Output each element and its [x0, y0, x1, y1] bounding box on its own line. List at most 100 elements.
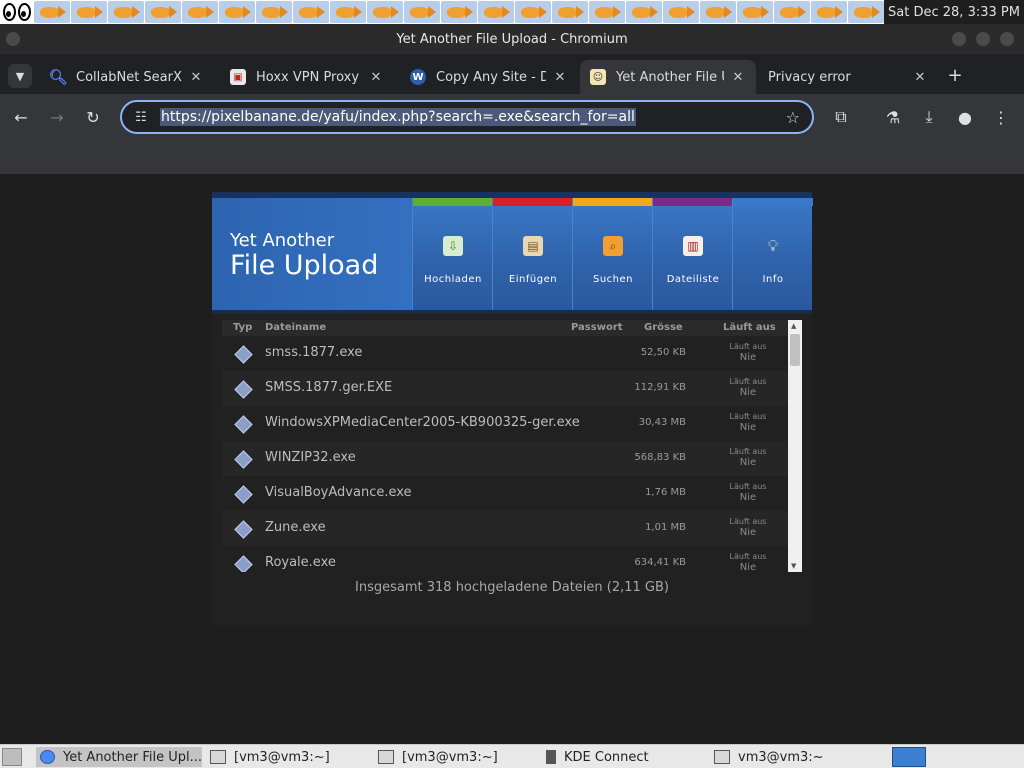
new-tab-button[interactable]: + [944, 64, 966, 86]
table-row[interactable]: Royale.exe 634,41 KB Läuft aus Nie [222, 546, 790, 572]
back-button[interactable]: ← [8, 104, 34, 130]
table-row[interactable]: WINZIP32.exe 568,83 KB Läuft aus Nie [222, 441, 790, 476]
taskbar-item-chromium[interactable]: Yet Another File Upl... [36, 747, 202, 767]
puzzle-icon: ⧉ [835, 107, 847, 126]
close-icon[interactable]: ✕ [188, 70, 204, 85]
w-icon: W [410, 69, 426, 85]
scroll-down-icon[interactable]: ▼ [791, 562, 796, 570]
profile-button[interactable]: ● [952, 104, 978, 130]
file-name-link[interactable]: VisualBoyAdvance.exe [265, 485, 412, 500]
site-logo[interactable]: Yet Another File Upload [212, 198, 412, 310]
bookmark-star-icon[interactable]: ☆ [786, 108, 800, 127]
window-menu-button[interactable] [6, 32, 20, 46]
table-row[interactable]: VisualBoyAdvance.exe 1,76 MB Läuft aus Nie [222, 476, 790, 511]
column-header-expires[interactable]: Läuft aus [723, 322, 776, 333]
arrow-left-icon: ← [14, 107, 28, 127]
file-name-link[interactable]: smss.1877.exe [265, 345, 362, 360]
tab-privacy-error[interactable]: Privacy error ✕ [758, 60, 938, 94]
close-icon[interactable]: ✕ [730, 70, 746, 85]
fish-icon [441, 1, 477, 23]
taskbar-item-terminal-1[interactable]: [vm3@vm3:~] [206, 747, 366, 767]
book-icon: ▥ [683, 236, 703, 256]
close-icon[interactable]: ✕ [368, 70, 384, 85]
nav-hochladen[interactable]: ⇩ Hochladen [412, 198, 493, 310]
nav-dateiliste[interactable]: ▥ Dateiliste [652, 198, 733, 310]
close-icon[interactable]: ✕ [552, 70, 568, 85]
minimize-button[interactable] [952, 32, 966, 46]
nav-label: Einfügen [508, 274, 558, 285]
tab-strip: ▼ 🔍︎ CollabNet SearXNG ✕ ▣ Hoxx VPN Prox… [0, 54, 1024, 94]
tab-collabnet[interactable]: 🔍︎ CollabNet SearXNG ✕ [40, 60, 214, 94]
nav-info[interactable]: 💡︎ Info [732, 198, 813, 310]
tab-search-button[interactable]: ▼ [8, 64, 32, 88]
fish-icon [330, 1, 366, 23]
yafu-icon: ☺ [590, 69, 606, 85]
file-name-link[interactable]: WindowsXPMediaCenter2005-KB900325-ger.ex… [265, 415, 580, 430]
close-icon[interactable]: ✕ [912, 70, 928, 85]
fish-icon [811, 1, 847, 23]
terminal-icon [378, 750, 394, 764]
taskbar-item-kde-connect[interactable]: KDE Connect [542, 747, 702, 767]
search-icon: 🔍︎ [48, 68, 68, 86]
system-clock[interactable]: Sat Dec 28, 3:33 PM [884, 0, 1024, 24]
expires-value: Nie [739, 352, 757, 363]
window-titlebar[interactable]: Yet Another File Upload - Chromium [0, 24, 1024, 54]
exe-file-icon [234, 415, 250, 431]
tab-label: CollabNet SearXNG [76, 69, 182, 85]
file-name-link[interactable]: Zune.exe [265, 520, 326, 535]
clipboard-icon: ▤ [523, 236, 543, 256]
system-panel: Sat Dec 28, 3:33 PM [0, 0, 1024, 24]
file-name-link[interactable]: SMSS.1877.ger.EXE [265, 380, 392, 395]
taskbar-item-terminal-2[interactable]: [vm3@vm3:~] [374, 747, 534, 767]
tray-chromium-icon[interactable] [892, 747, 926, 767]
expires-label: Läuft aus [729, 377, 767, 386]
expires-label: Läuft aus [729, 447, 767, 456]
start-menu-button[interactable] [2, 748, 22, 766]
total-summary: Insgesamt 318 hochgeladene Dateien (2,11… [355, 580, 669, 595]
tab-copy-any-site[interactable]: W Copy Any Site - Download ✕ [400, 60, 578, 94]
column-header-type[interactable]: Typ [233, 322, 252, 333]
column-header-size[interactable]: Grösse [644, 322, 683, 333]
nav-color-bar [653, 198, 733, 206]
labs-button[interactable]: ⚗ [880, 104, 906, 130]
fish-icon [145, 1, 181, 23]
table-row[interactable]: WindowsXPMediaCenter2005-KB900325-ger.ex… [222, 406, 790, 441]
nav-color-bar [413, 198, 493, 206]
forward-button[interactable]: → [44, 104, 70, 130]
maximize-button[interactable] [976, 32, 990, 46]
column-header-password[interactable]: Passwort [571, 322, 623, 333]
menu-button[interactable]: ⋮ [988, 104, 1014, 130]
table-row[interactable]: Zune.exe 1,01 MB Läuft aus Nie [222, 511, 790, 546]
upload-icon: ⇩ [443, 236, 463, 256]
site-info-icon[interactable]: ☷ [128, 110, 154, 125]
taskbar-label: Yet Another File Upl... [62, 749, 202, 765]
table-scrollbar[interactable]: ▲ ▼ [788, 320, 802, 572]
file-size: 634,41 KB [634, 557, 686, 568]
tab-hoxx[interactable]: ▣ Hoxx VPN Proxy - Chrome Web Store ✕ [220, 60, 394, 94]
scroll-thumb[interactable] [790, 334, 800, 366]
table-row[interactable]: smss.1877.exe 52,50 KB Läuft aus Nie [222, 336, 790, 371]
downloads-button[interactable]: ⤓ [916, 104, 942, 130]
scroll-up-icon[interactable]: ▲ [791, 322, 796, 330]
download-icon: ⤓ [925, 107, 933, 126]
chevron-down-icon: ▼ [15, 69, 25, 83]
tab-yafu[interactable]: ☺ Yet Another File Upload ✕ [580, 60, 756, 94]
url-text[interactable]: https://pixelbanane.de/yafu/index.php?se… [160, 108, 636, 126]
nav-color-bar [573, 198, 653, 206]
nav-suchen[interactable]: ⌕ Suchen [572, 198, 653, 310]
close-window-button[interactable] [1000, 32, 1014, 46]
nav-einfuegen[interactable]: ▤ Einfügen [492, 198, 573, 310]
extensions-button[interactable]: ⧉ [828, 104, 854, 130]
file-name-link[interactable]: Royale.exe [265, 555, 336, 570]
address-bar[interactable]: ☷ https://pixelbanane.de/yafu/index.php?… [120, 100, 814, 134]
column-header-name[interactable]: Dateiname [265, 322, 326, 333]
reload-button[interactable]: ↻ [80, 104, 106, 130]
hoxx-icon: ▣ [230, 69, 246, 85]
table-row[interactable]: SMSS.1877.ger.EXE 112,91 KB Läuft aus Nie [222, 371, 790, 406]
exe-file-icon [234, 485, 250, 501]
taskbar-item-terminal-3[interactable]: vm3@vm3:~ [710, 747, 870, 767]
nav-label: Dateiliste [666, 274, 720, 285]
file-name-link[interactable]: WINZIP32.exe [265, 450, 356, 465]
file-size: 52,50 KB [640, 347, 686, 358]
phone-icon [546, 750, 556, 764]
